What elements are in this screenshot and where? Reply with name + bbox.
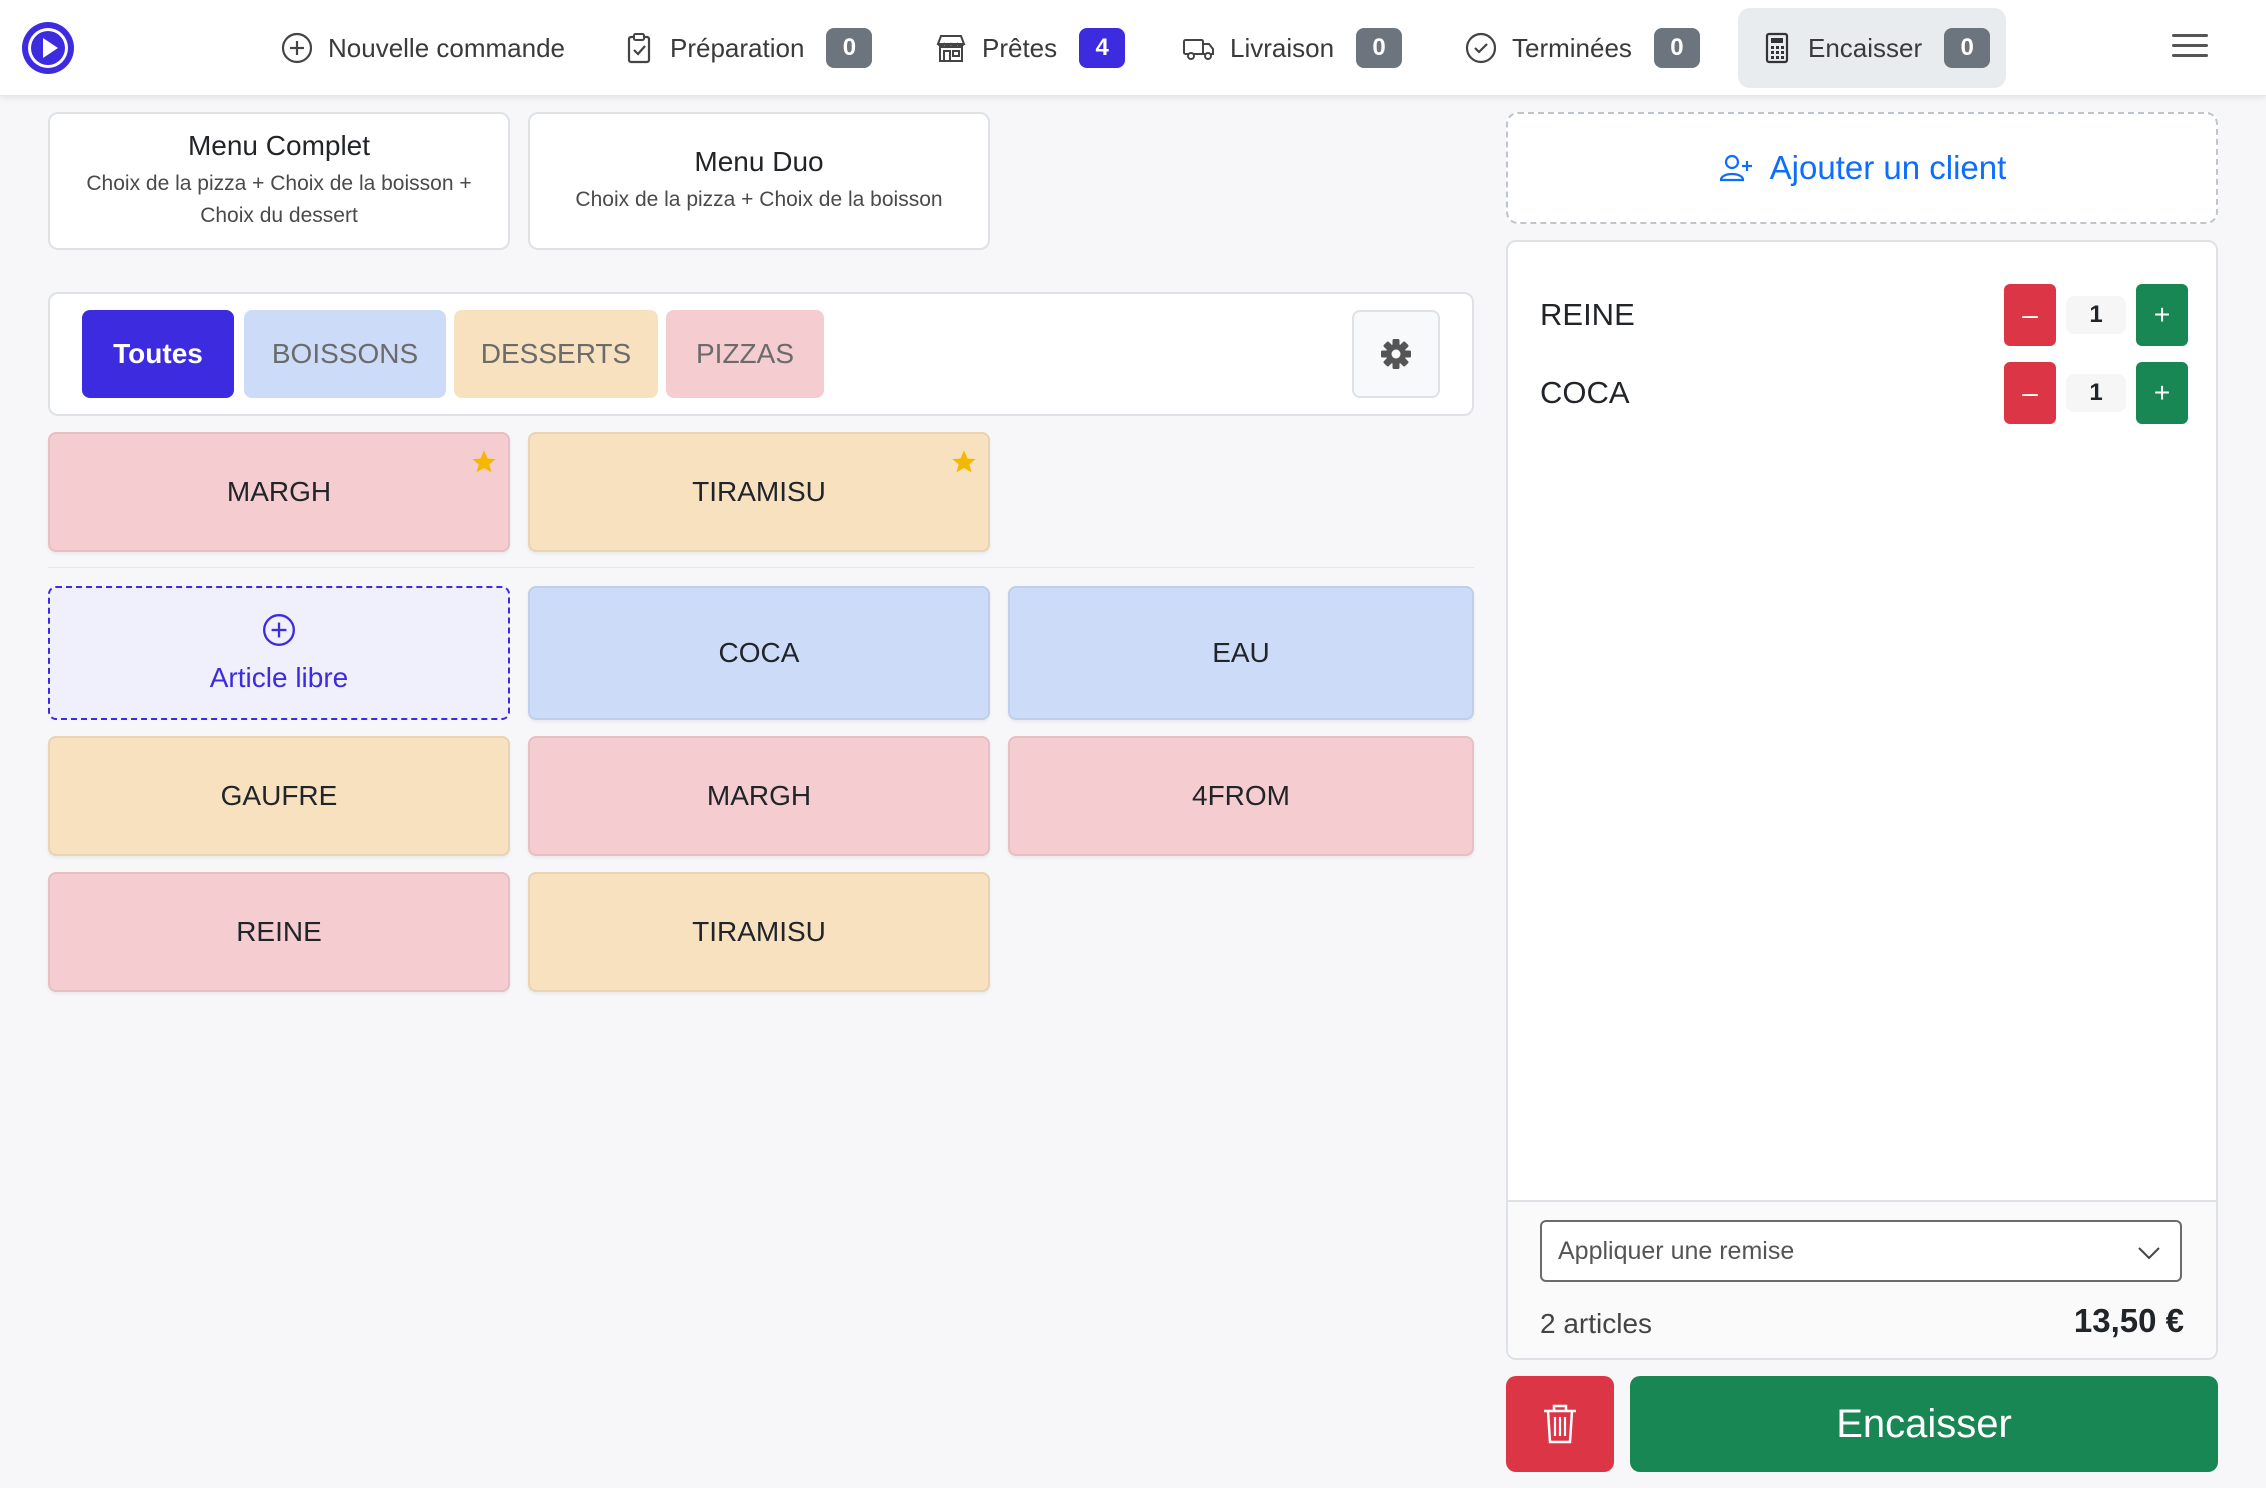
menu-card-description: Choix de la pizza + Choix de la boisson … bbox=[86, 172, 472, 227]
nav-ready-label: Prêtes bbox=[982, 32, 1058, 63]
favorite-tile-tiramisu[interactable]: TIRAMISU bbox=[528, 432, 990, 552]
decrease-qty-button[interactable]: – bbox=[2004, 284, 2056, 346]
nav-delivery[interactable]: Livraison 0 bbox=[1160, 8, 1424, 88]
star-icon bbox=[472, 450, 496, 473]
cart-item-count: 2 articles bbox=[1540, 1308, 1653, 1339]
app-logo[interactable] bbox=[22, 22, 74, 74]
cart-line-name: REINE bbox=[1540, 297, 1635, 332]
nav-done[interactable]: Terminées 0 bbox=[1442, 8, 1722, 88]
menu-card-duo[interactable]: Menu Duo Choix de la pizza + Choix de la… bbox=[528, 112, 990, 250]
product-tile-margh[interactable]: MARGH bbox=[528, 736, 990, 856]
menu-card-title: Menu Complet bbox=[187, 130, 371, 161]
nav-new-order[interactable]: Nouvelle commande bbox=[258, 8, 587, 88]
hamburger-menu-icon[interactable] bbox=[2172, 34, 2208, 64]
add-client-button[interactable]: Ajouter un client bbox=[1506, 112, 2218, 224]
cart-footer: Appliquer une remise 2 articles 13,50 € bbox=[1508, 1200, 2216, 1358]
nav-ready[interactable]: Prêtes 4 bbox=[912, 8, 1147, 88]
trash-icon bbox=[1544, 1404, 1576, 1444]
gear-icon bbox=[1381, 339, 1411, 369]
increase-qty-button[interactable]: + bbox=[2136, 284, 2188, 346]
cart-line-qty: 1 bbox=[2066, 296, 2126, 334]
favorites-divider bbox=[48, 567, 1474, 568]
nav-done-label: Terminées bbox=[1512, 32, 1632, 63]
top-navbar: Nouvelle commande Préparation 0 Prêtes 4… bbox=[0, 0, 2266, 96]
cart-line: REINE – 1 + bbox=[1540, 284, 2188, 346]
nav-preparation-label: Préparation bbox=[670, 32, 805, 63]
filter-drinks-button[interactable]: BOISSONS bbox=[244, 310, 446, 398]
filter-pizzas-button[interactable]: PIZZAS bbox=[666, 310, 824, 398]
nav-cashout[interactable]: Encaisser 0 bbox=[1738, 8, 2006, 88]
done-count-badge: 0 bbox=[1653, 28, 1700, 68]
cart-line-qty: 1 bbox=[2066, 374, 2126, 412]
menu-card-complet[interactable]: Menu Complet Choix de la pizza + Choix d… bbox=[48, 112, 510, 250]
pay-button[interactable]: Encaisser bbox=[1630, 1376, 2218, 1472]
cart-line-name: COCA bbox=[1540, 375, 1630, 410]
product-tile-gaufre[interactable]: GAUFRE bbox=[48, 736, 510, 856]
cart-panel: REINE – 1 + COCA – 1 + Appliquer une rem… bbox=[1506, 240, 2218, 1360]
person-plus-icon bbox=[1719, 154, 1752, 182]
free-article-label: Article libre bbox=[209, 662, 349, 693]
product-tile-tiramisu[interactable]: TIRAMISU bbox=[528, 872, 990, 992]
settings-button[interactable] bbox=[1352, 310, 1440, 398]
menu-card-title: Menu Duo bbox=[694, 146, 824, 177]
filter-all-button[interactable]: Toutes bbox=[82, 310, 234, 398]
nav-delivery-label: Livraison bbox=[1230, 32, 1335, 63]
clear-cart-button[interactable] bbox=[1506, 1376, 1614, 1472]
increase-qty-button[interactable]: + bbox=[2136, 362, 2188, 424]
shop-icon bbox=[934, 31, 968, 65]
favorite-tile-margh[interactable]: MARGH bbox=[48, 432, 510, 552]
decrease-qty-button[interactable]: – bbox=[2004, 362, 2056, 424]
product-tile-coca[interactable]: COCA bbox=[528, 586, 990, 720]
delivery-count-badge: 0 bbox=[1356, 28, 1403, 68]
product-tile-reine[interactable]: REINE bbox=[48, 872, 510, 992]
star-icon bbox=[952, 450, 976, 473]
plus-circle-icon bbox=[263, 614, 295, 646]
clipboard-check-icon bbox=[622, 31, 656, 65]
filter-desserts-button[interactable]: DESSERTS bbox=[454, 310, 658, 398]
nav-new-order-label: Nouvelle commande bbox=[328, 32, 566, 63]
calculator-icon bbox=[1760, 31, 1794, 65]
cart-total: 13,50 € bbox=[2073, 1302, 2184, 1339]
menu-card-description: Choix de la pizza + Choix de la boisson bbox=[575, 188, 943, 211]
free-article-button[interactable]: Article libre bbox=[48, 586, 510, 720]
product-tile-eau[interactable]: EAU bbox=[1008, 586, 1474, 720]
tile-label: TIRAMISU bbox=[692, 476, 826, 507]
check-circle-icon bbox=[1464, 31, 1498, 65]
category-filter-bar: Toutes BOISSONS DESSERTS PIZZAS bbox=[48, 292, 1474, 416]
discount-select[interactable]: Appliquer une remise bbox=[1540, 1220, 2182, 1282]
product-tile-4from[interactable]: 4FROM bbox=[1008, 736, 1474, 856]
preparation-count-badge: 0 bbox=[826, 28, 873, 68]
chevron-down-icon bbox=[2138, 1247, 2160, 1260]
truck-icon bbox=[1182, 31, 1216, 65]
cashout-count-badge: 0 bbox=[1944, 28, 1991, 68]
plus-circle-icon bbox=[280, 31, 314, 65]
tile-label: MARGH bbox=[226, 476, 332, 507]
nav-cashout-label: Encaisser bbox=[1808, 32, 1923, 63]
cart-line: COCA – 1 + bbox=[1540, 362, 2188, 424]
discount-select-value: Appliquer une remise bbox=[1558, 1236, 1795, 1265]
add-client-label: Ajouter un client bbox=[1769, 149, 2007, 186]
ready-count-badge: 4 bbox=[1079, 28, 1126, 68]
nav-preparation[interactable]: Préparation 0 bbox=[600, 8, 894, 88]
play-icon bbox=[28, 28, 68, 68]
